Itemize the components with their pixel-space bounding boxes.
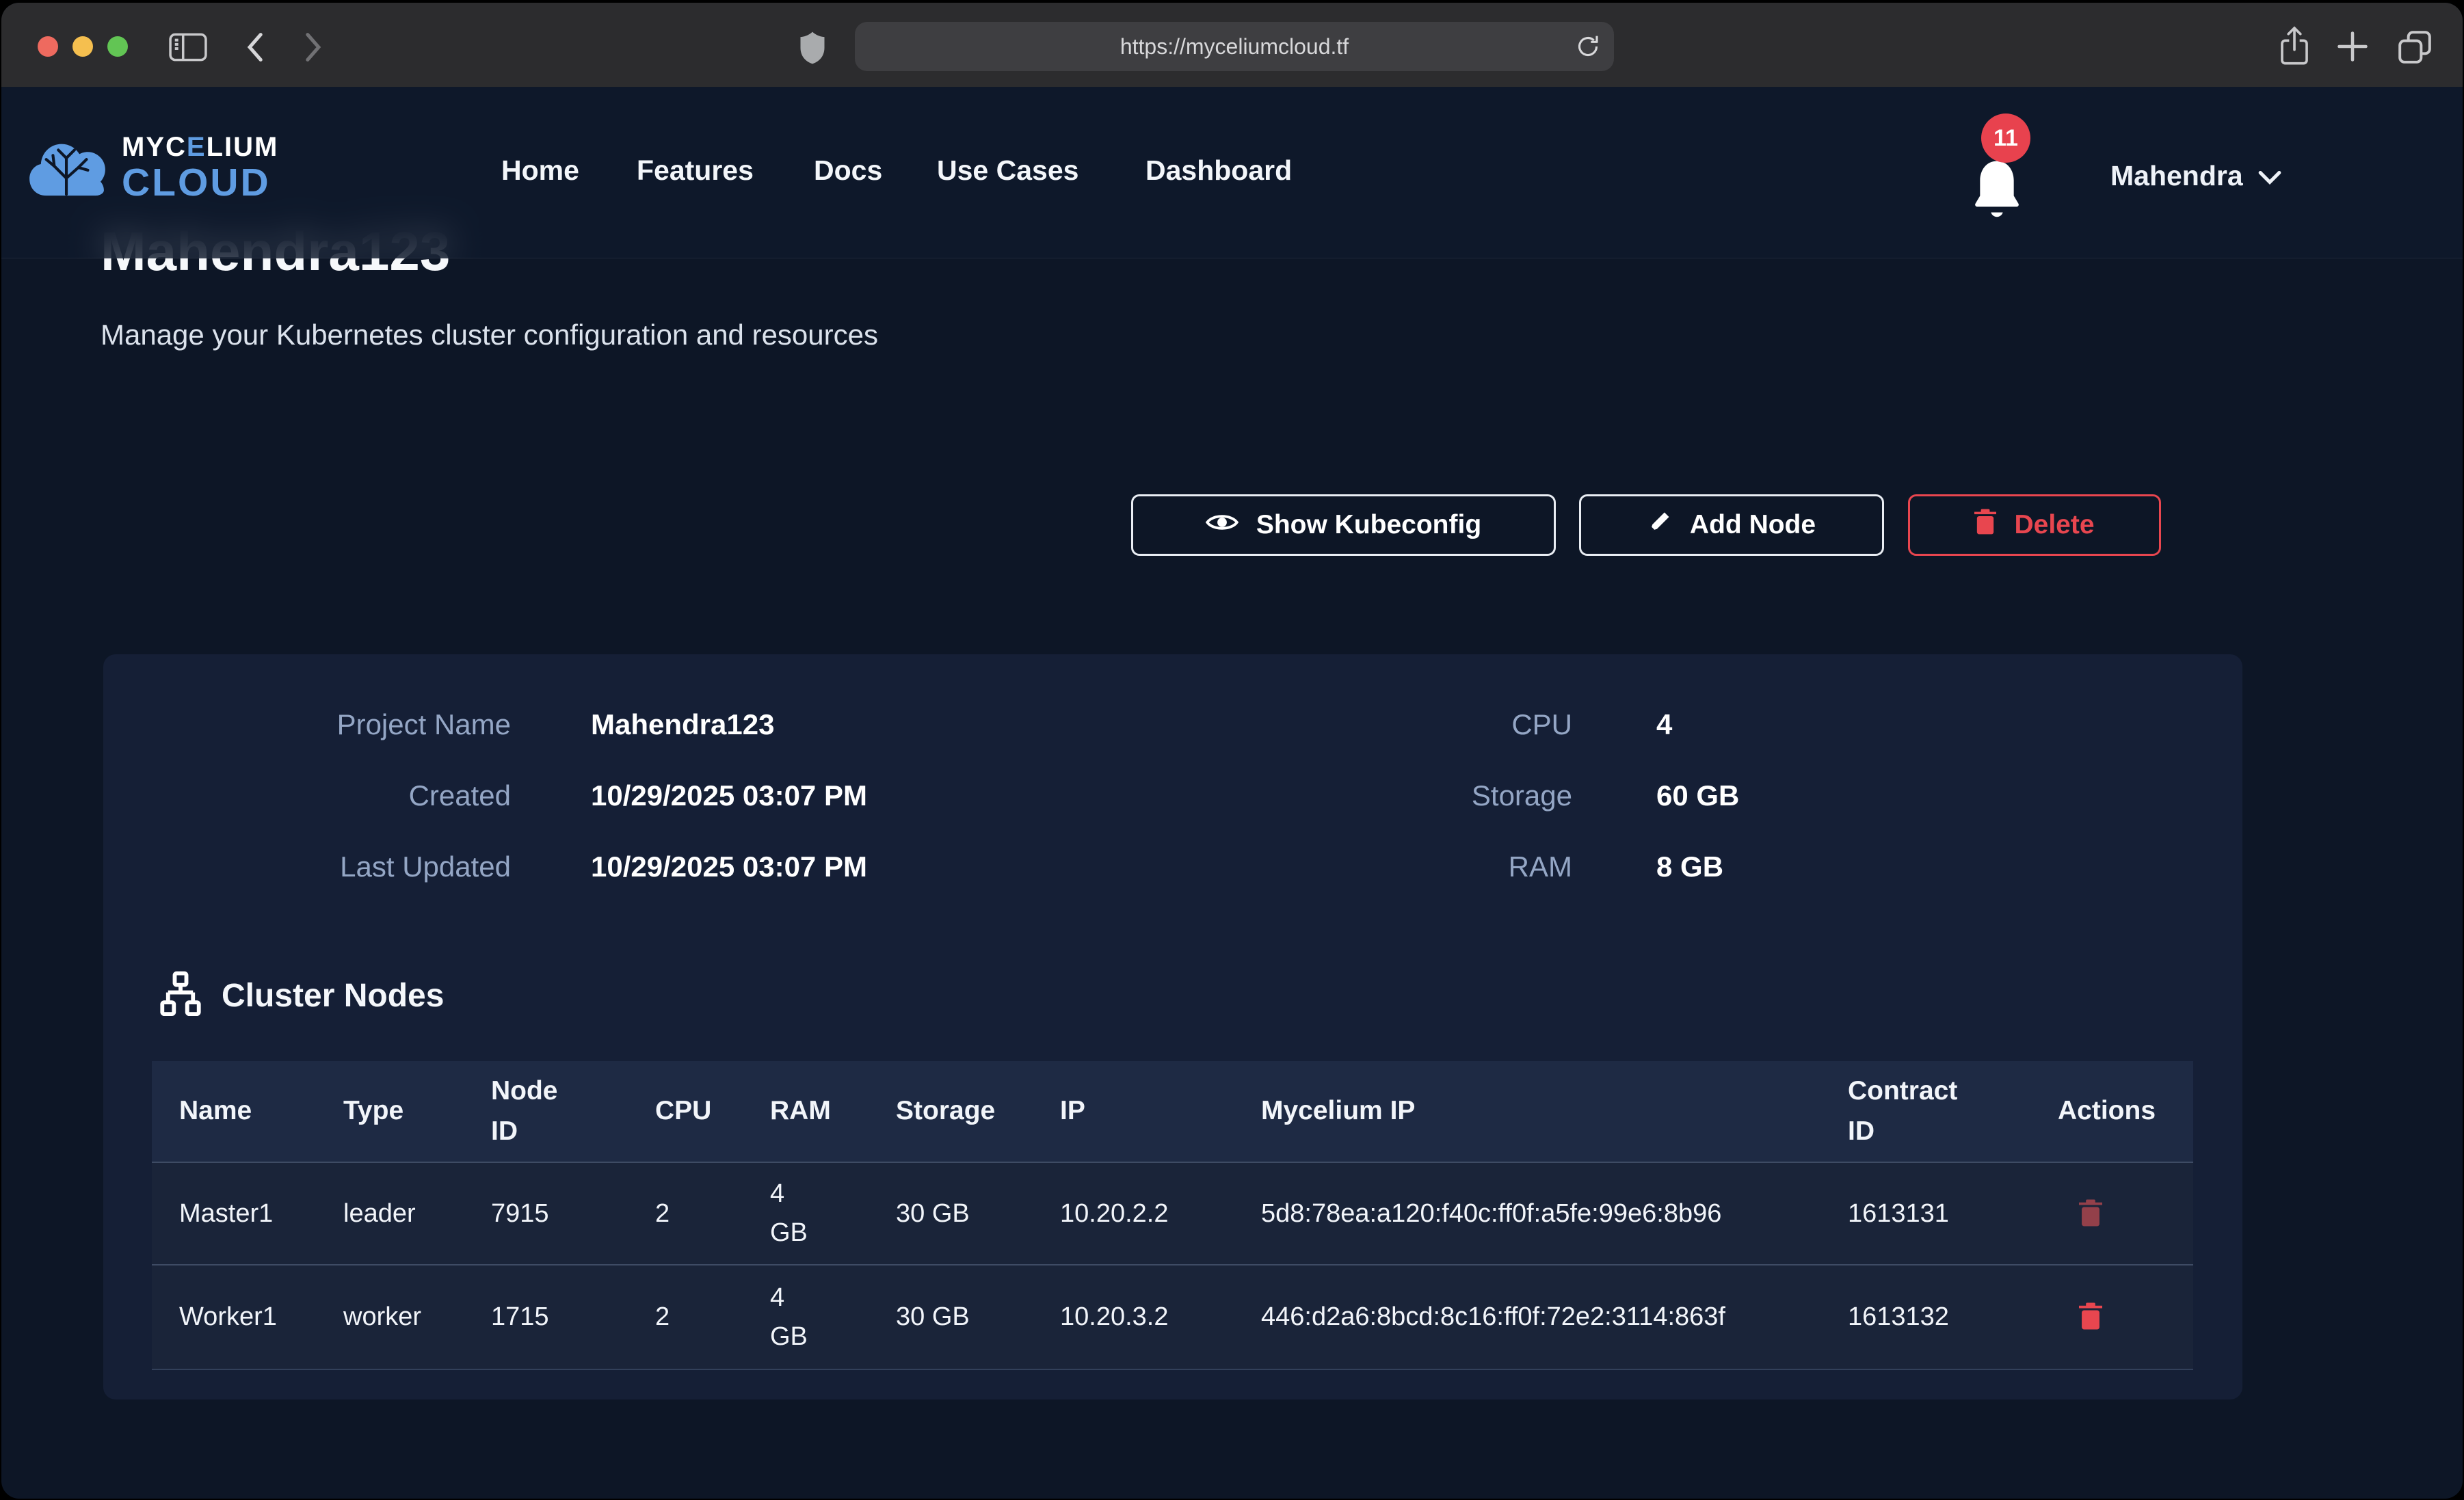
table-row: Master1 leader 7915 2 4 GB 30 GB 10.20.2… xyxy=(152,1163,2193,1265)
address-bar[interactable]: https://myceliumcloud.tf xyxy=(855,22,1614,71)
bell-icon xyxy=(1970,155,2024,230)
show-kubeconfig-button[interactable]: Show Kubeconfig xyxy=(1131,494,1556,556)
node-mycelium-ip: 5d8:78ea:a120:f40c:ff0f:a5fe:99e6:8b96 xyxy=(1234,1163,1820,1264)
trash-icon xyxy=(1974,508,1996,542)
minimize-button[interactable] xyxy=(72,36,93,57)
logo-text: MYCELIUM CLOUD xyxy=(122,133,278,202)
cluster-nodes-heading: Cluster Nodes xyxy=(157,971,444,1021)
col-node-id: Node ID xyxy=(464,1061,628,1162)
new-tab-button[interactable] xyxy=(2335,29,2370,64)
col-ip: IP xyxy=(1033,1061,1234,1162)
sidebar-toggle-button[interactable] xyxy=(169,33,207,62)
add-node-button[interactable]: Add Node xyxy=(1579,494,1884,556)
ram-value: 8 GB xyxy=(1656,851,1723,883)
cluster-nodes-title: Cluster Nodes xyxy=(222,977,444,1015)
nav-link-features[interactable]: Features xyxy=(637,155,754,187)
nav-link-docs[interactable]: Docs xyxy=(814,155,882,187)
last-updated-label: Last Updated xyxy=(172,851,511,883)
nav-link-home[interactable]: Home xyxy=(501,155,579,187)
project-name-value: Mahendra123 xyxy=(591,708,774,741)
url-text: https://myceliumcloud.tf xyxy=(1120,34,1349,59)
node-cpu: 2 xyxy=(628,1163,743,1264)
node-type: worker xyxy=(316,1265,464,1369)
col-name: Name xyxy=(152,1061,316,1162)
ram-label: RAM xyxy=(1234,851,1572,883)
user-name: Mahendra xyxy=(2110,160,2243,192)
node-ip: 10.20.3.2 xyxy=(1033,1265,1234,1369)
delete-node-button[interactable] xyxy=(2077,1196,2104,1231)
forward-button[interactable] xyxy=(304,31,323,63)
node-type: leader xyxy=(316,1163,464,1264)
pencil-icon xyxy=(1647,509,1672,541)
page-subtitle: Manage your Kubernetes cluster configura… xyxy=(101,319,878,351)
show-kubeconfig-label: Show Kubeconfig xyxy=(1256,510,1481,540)
col-mycelium-ip: Mycelium IP xyxy=(1234,1061,1820,1162)
node-ram: 4 GB xyxy=(743,1265,869,1369)
node-cpu: 2 xyxy=(628,1265,743,1369)
back-button[interactable] xyxy=(245,31,264,63)
node-actions xyxy=(2030,1265,2193,1369)
col-storage: Storage xyxy=(869,1061,1033,1162)
col-cpu: CPU xyxy=(628,1061,743,1162)
node-id: 7915 xyxy=(464,1163,628,1264)
node-name: Worker1 xyxy=(152,1265,316,1369)
node-contract-id: 1613131 xyxy=(1820,1163,2030,1264)
mycelium-cloud-logo-icon xyxy=(27,133,108,203)
close-button[interactable] xyxy=(38,36,58,57)
cluster-nodes-table: Name Type Node ID CPU RAM Storage IP Myc… xyxy=(152,1061,2193,1370)
node-storage: 30 GB xyxy=(869,1163,1033,1264)
created-label: Created xyxy=(172,779,511,812)
share-button[interactable] xyxy=(2279,26,2310,66)
node-id: 1715 xyxy=(464,1265,628,1369)
zoom-button[interactable] xyxy=(107,36,128,57)
cpu-label: CPU xyxy=(1234,708,1572,741)
storage-label: Storage xyxy=(1234,779,1572,812)
browser-titlebar: https://myceliumcloud.tf xyxy=(1,3,2463,88)
eye-icon xyxy=(1206,510,1238,540)
reload-button[interactable] xyxy=(1574,33,1602,60)
table-header-row: Name Type Node ID CPU RAM Storage IP Myc… xyxy=(152,1061,2193,1163)
notifications-button[interactable]: 11 xyxy=(1964,112,2046,235)
logo[interactable]: MYCELIUM CLOUD xyxy=(27,133,278,203)
delete-cluster-button[interactable]: Delete xyxy=(1908,494,2161,556)
col-actions: Actions xyxy=(2030,1061,2193,1162)
project-name-label: Project Name xyxy=(172,708,511,741)
col-contract-id: Contract ID xyxy=(1820,1061,2030,1162)
add-node-label: Add Node xyxy=(1690,510,1816,540)
tabs-overview-button[interactable] xyxy=(2396,29,2433,66)
node-mycelium-ip: 446:d2a6:8bcd:8c16:ff0f:72e2:3114:863f xyxy=(1234,1265,1820,1369)
cpu-value: 4 xyxy=(1656,708,1672,741)
chevron-down-icon xyxy=(2258,160,2281,192)
node-ram: 4 GB xyxy=(743,1163,869,1264)
created-value: 10/29/2025 03:07 PM xyxy=(591,779,867,812)
node-contract-id: 1613132 xyxy=(1820,1265,2030,1369)
privacy-shield-icon xyxy=(799,29,826,67)
nav-link-dashboard[interactable]: Dashboard xyxy=(1145,155,1292,187)
node-ip: 10.20.2.2 xyxy=(1033,1163,1234,1264)
node-name: Master1 xyxy=(152,1163,316,1264)
storage-value: 60 GB xyxy=(1656,779,1739,812)
browser-window: Mahendra123 Manage your Kubernetes clust… xyxy=(1,3,2463,1499)
delete-node-button[interactable] xyxy=(2077,1300,2104,1335)
user-menu[interactable]: Mahendra xyxy=(2110,160,2281,192)
table-row: Worker1 worker 1715 2 4 GB 30 GB 10.20.3… xyxy=(152,1265,2193,1370)
col-type: Type xyxy=(316,1061,464,1162)
delete-label: Delete xyxy=(2014,510,2094,540)
nav-link-use-cases[interactable]: Use Cases xyxy=(937,155,1078,187)
col-ram: RAM xyxy=(743,1061,869,1162)
logo-e-bars-icon: E xyxy=(187,132,207,162)
network-nodes-icon xyxy=(157,971,204,1021)
node-storage: 30 GB xyxy=(869,1265,1033,1369)
last-updated-value: 10/29/2025 03:07 PM xyxy=(591,851,867,883)
node-actions xyxy=(2030,1163,2193,1264)
notification-badge: 11 xyxy=(1981,113,2030,163)
